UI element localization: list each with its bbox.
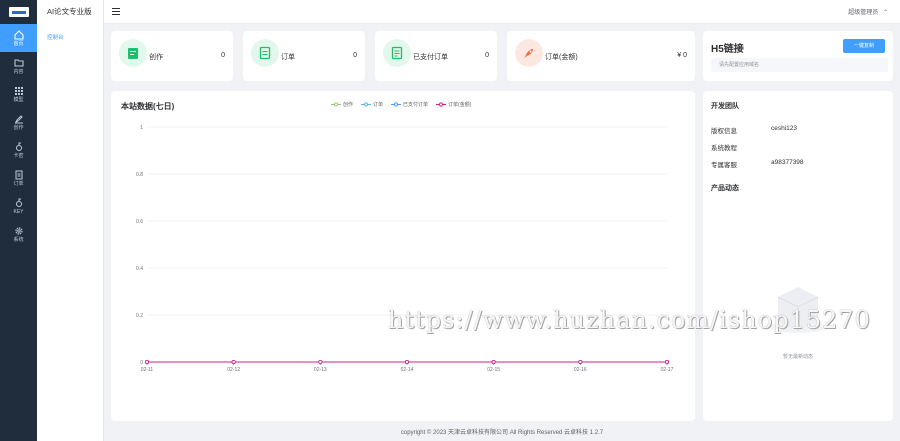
h5-link-card: H5链接 一键复制 请先配置应用域名 xyxy=(703,31,893,81)
h5-link-field[interactable]: 请先配置应用域名 xyxy=(711,58,888,72)
team-row: 系统教程 xyxy=(711,142,737,152)
document-icon xyxy=(15,170,22,179)
data-point[interactable] xyxy=(491,359,496,364)
rail-item-label: 系统 xyxy=(13,236,24,243)
stat-label: 订单(金额) xyxy=(545,54,578,61)
x-tick-label: 02-17 xyxy=(661,367,674,373)
x-tick-label: 02-12 xyxy=(227,367,240,373)
x-tick-label: 02-13 xyxy=(314,367,327,373)
rail-item[interactable]: 系统 xyxy=(0,220,37,248)
data-point[interactable] xyxy=(231,359,236,364)
product-news-title: 产品动态 xyxy=(711,185,739,192)
dev-team-card: 开发团队 版权信息 ceshi123 系统教程 专属客服 a98377398 产品动… xyxy=(703,91,893,421)
x-tick-label: 02-16 xyxy=(574,367,587,373)
site-data-chart-card: 本站数据(七日) 创作 订单 已支付订单 订单(金额) 1 0.8 0.6 0.4 0.… xyxy=(111,91,695,421)
rail-item[interactable]: 内容 xyxy=(0,52,37,80)
order-icon xyxy=(251,39,279,67)
subnav-item-dashboard[interactable]: 控制台 xyxy=(37,33,103,41)
stat-label: 创作 xyxy=(149,54,163,61)
user-menu[interactable]: 超级管理员 ⌃ xyxy=(848,7,888,16)
x-tick-label: 02-14 xyxy=(401,367,414,373)
chevron-up-icon: ⌃ xyxy=(882,10,888,16)
gear-icon xyxy=(14,226,23,235)
empty-state-text: 暂无最新动态 xyxy=(782,354,813,360)
x-tick-label: 02-11 xyxy=(141,367,154,373)
y-tick-label: 0.6 xyxy=(136,219,143,225)
h5-title: H5链接 xyxy=(711,44,744,55)
folder-icon xyxy=(13,58,24,67)
team-row-key: 专属客服 xyxy=(711,162,737,169)
team-row-key: 版权信息 xyxy=(711,128,737,135)
rail-item[interactable]: 模型 xyxy=(0,80,37,108)
rail-item[interactable]: KEY xyxy=(0,192,37,220)
rail-item-label: KEY xyxy=(13,208,24,215)
rail-item[interactable]: 创作 xyxy=(0,108,37,136)
app-title: AI论文专业版 xyxy=(47,7,92,16)
team-row: 版权信息 ceshi123 xyxy=(711,125,797,135)
team-row-key: 系统教程 xyxy=(711,145,737,152)
user-name: 超级管理员 xyxy=(848,10,879,16)
stat-value: 0 xyxy=(221,52,225,59)
line-chart: 1 0.8 0.6 0.4 0.2 002-11 02-12 02-13 02-14 02-15 0… xyxy=(136,125,674,373)
data-point[interactable] xyxy=(665,359,670,364)
paid-order-icon xyxy=(383,39,411,67)
key-icon xyxy=(15,198,22,207)
y-tick-label: 1 xyxy=(140,125,143,131)
stat-value: 0 xyxy=(485,52,489,59)
data-point[interactable] xyxy=(578,359,583,364)
stat-card-create: 创作 0 xyxy=(111,31,233,81)
rail-item-label: 模型 xyxy=(13,96,24,103)
copy-button[interactable]: 一键复制 xyxy=(843,39,885,53)
y-tick-label: 0.2 xyxy=(136,313,143,319)
key-icon xyxy=(15,142,22,151)
y-tick-label: 0.8 xyxy=(136,172,143,178)
stat-card-paid-orders: 已支付订单 0 xyxy=(375,31,497,81)
data-point[interactable] xyxy=(145,359,150,364)
footer: copyright © 2023 天津云卓科技有限公司 All Rights R… xyxy=(400,430,604,436)
rail-item-label: 首页 xyxy=(13,40,24,47)
team-title: 开发团队 xyxy=(711,103,739,110)
home-icon xyxy=(13,29,24,40)
menu-toggle-icon[interactable] xyxy=(112,8,120,15)
logo xyxy=(0,0,37,24)
stat-value: 0 xyxy=(353,52,357,59)
stat-label: 订单 xyxy=(281,54,295,61)
team-row: 专属客服 a98377398 xyxy=(711,159,804,169)
rail-item[interactable]: 订单 xyxy=(0,164,37,192)
y-tick-label: 0.4 xyxy=(136,266,143,272)
stat-card-order-amount: 订单(金额) ¥ 0 xyxy=(507,31,695,81)
rail-item[interactable]: 首页 xyxy=(0,24,37,52)
rail-item-label: 创作 xyxy=(13,124,24,131)
data-point[interactable] xyxy=(404,359,409,364)
rail-item[interactable]: 卡密 xyxy=(0,136,37,164)
grid-icon xyxy=(14,86,23,95)
sub-sidebar: AI论文专业版 控制台 xyxy=(37,0,104,441)
data-point[interactable] xyxy=(318,359,323,364)
pen-icon xyxy=(14,114,23,123)
stat-card-orders: 订单 0 xyxy=(243,31,365,81)
main-rail: 首页内容模型创作卡密订单 KEY 系统 xyxy=(0,0,37,441)
rail-item-label: 卡密 xyxy=(13,152,24,159)
watermark: https://www.huzhan.com/ishop15270 xyxy=(388,306,871,334)
rail-item-label: 内容 xyxy=(13,68,24,75)
team-row-value: a98377398 xyxy=(771,159,804,166)
stat-value: ¥ 0 xyxy=(677,52,687,59)
y-tick-label: 0 xyxy=(140,360,143,366)
create-icon xyxy=(119,39,147,67)
stat-label: 已支付订单 xyxy=(413,54,448,61)
rocket-icon xyxy=(515,39,543,67)
rail-item-label: 订单 xyxy=(13,180,24,187)
x-tick-label: 02-15 xyxy=(487,367,500,373)
team-row-value: ceshi123 xyxy=(771,125,798,132)
top-bar: 超级管理员 ⌃ xyxy=(104,0,900,24)
